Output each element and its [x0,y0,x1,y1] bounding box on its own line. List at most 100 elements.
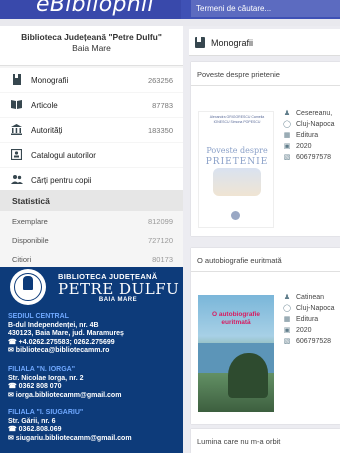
banner-line-2: PETRE DULFU [58,280,180,298]
stat-label: Exemplare [12,217,48,226]
address-phone[interactable]: ☎ 0362 808 070 [8,383,183,392]
results-panel: Monografii Poveste despre prietenie Alex… [183,26,340,453]
isbn-icon: ▧ [283,338,291,345]
meta-text: 606797528 [296,338,332,345]
address-line: B-dul Independenței, nr. 4B [8,321,99,329]
address-email[interactable]: ✉ siugariu.bibliotecamm@gmail.com [8,435,183,444]
stat-value: 727120 [147,236,173,245]
stat-label: Disponibile [12,236,49,245]
stat-value: 80173 [152,255,173,264]
card-divider [191,271,340,272]
library-banner: BIBLIOTECA JUDEȚEANĂ PETRE DULFU BAIA MA… [0,267,183,453]
cover-title: euritmată [221,319,251,326]
address-central: SEDIUL CENTRAL B-dul Independenței, nr. … [8,313,183,356]
meta-text: Editura [296,132,319,139]
meta-text: 2020 [296,327,312,334]
address-line: 430123, Baia Mare, jud. Maramureș [8,330,124,337]
cover-illustration [228,353,268,398]
results-title: Monografii [211,38,254,48]
address-iorga: FILIALA "N. IORGA" Str. Nicolae Iorga, n… [8,366,183,400]
logo-text[interactable]: eBibliophil [36,0,154,17]
cover-title: PRIETENIE [205,157,269,167]
search-box[interactable] [191,0,340,17]
cover-title: O autobiografie [211,311,261,318]
address-title: FILIALA "I. SIUGARIU" [8,409,84,416]
address-line: Str. Nicolae Iorga, nr. 2 [8,374,84,382]
person-icon: ♟ [283,294,291,301]
stat-row: Exemplare 812099 [0,212,183,231]
globe-icon: ◯ [283,121,291,128]
open-book-icon [11,99,22,110]
results-header: Monografii [189,29,340,56]
address-title: FILIALA "N. IORGA" [8,366,76,373]
search-input[interactable] [196,1,336,15]
address-email[interactable]: ✉ biblioteca@bibliotecamm.ro [8,347,183,356]
calendar-icon: ▣ [283,327,291,334]
nav-item-monografii[interactable]: Monografii 263256 [0,68,183,92]
cover-authors: Alexandra GRIGORESCU Camelia IONESCU Sim… [209,115,265,124]
meta-text: Cesereanu, [296,110,333,117]
library-city: Baia Mare [72,43,111,53]
result-card[interactable]: Poveste despre prietenie Alexandra GRIGO… [191,62,340,236]
nav-item-articole[interactable]: Articole 87783 [0,93,183,117]
address-siugariu: FILIALA "I. SIUGARIU" Str. Gării, nr. 6 … [8,409,183,443]
nav-label: Monografii [31,76,69,85]
nav-label: Articole [31,101,58,110]
meta-text: 2020 [296,143,312,150]
nav-label: Autorități [31,126,63,135]
building-icon: ▦ [283,316,291,323]
card-title[interactable]: O autobiografie euritmată [197,256,282,265]
nav-item-carti-pentru-copii[interactable]: Cărți pentru copii [0,168,183,192]
stats-title: Statistică [12,196,50,206]
globe-icon: ◯ [283,305,291,312]
institution-icon [11,124,22,135]
app-logo[interactable]: eBibliophil [0,0,181,19]
top-bar: eBibliophil [0,0,340,19]
meta-text: Cluj-Napoca [296,121,335,128]
people-icon [11,174,23,185]
nav-label: Cărți pentru copii [31,176,92,185]
card-title[interactable]: Lumina care nu m-a orbit [197,437,280,446]
nav-count: 183350 [147,126,173,135]
address-phone[interactable]: ☎ +4.0262.275583; 0262.275699 [8,339,183,348]
book-icon [11,74,22,85]
result-card[interactable]: O autobiografie euritmată O autobiografi… [191,248,340,424]
address-email[interactable]: ✉ iorga.bibliotecamm@gmail.com [8,392,183,401]
nav-label: Catalogul autorilor [31,151,96,160]
meta-text: 606797578 [296,154,332,161]
left-panel: Biblioteca Județeană "Petre Dulfu" Baia … [0,26,183,453]
library-header: Biblioteca Județeană "Petre Dulfu" Baia … [0,26,183,66]
person-icon: ♟ [283,110,291,117]
library-name: Biblioteca Județeană "Petre Dulfu" [21,32,162,42]
address-phone[interactable]: ☎ 0362.808.069 [8,426,183,435]
banner-line-3: BAIA MARE [98,297,138,303]
calendar-icon: ▣ [283,143,291,150]
nav-count: 263256 [147,76,173,85]
nav-item-autoritati[interactable]: Autorități 183350 [0,118,183,142]
cover-title: Poveste despre [206,146,268,155]
book-icon [195,37,205,48]
stat-value: 812099 [147,217,173,226]
building-icon: ▦ [283,132,291,139]
isbn-icon: ▧ [283,154,291,161]
stats-header: Statistică [0,190,183,211]
meta-text: Editura [296,316,319,323]
meta-text: Catinean [296,294,325,301]
library-seal-icon [10,269,46,305]
book-cover[interactable]: Alexandra GRIGORESCU Camelia IONESCU Sim… [198,111,274,228]
publisher-logo-icon [231,211,240,220]
nav-item-catalogul-autorilor[interactable]: Catalogul autorilor [0,143,183,167]
stat-label: Citiori [12,255,32,264]
result-card[interactable]: Lumina care nu m-a orbit [191,429,340,453]
stat-row: Disponibile 727120 [0,231,183,250]
meta-text: Cluj-Napoca [296,305,335,312]
book-cover[interactable]: O autobiografie euritmată [198,295,274,412]
cover-illustration [213,168,261,196]
banner-logo[interactable]: BIBLIOTECA JUDEȚEANĂ PETRE DULFU BAIA MA… [10,269,182,305]
card-divider [191,85,340,86]
address-title: SEDIUL CENTRAL [8,313,69,320]
address-line: Str. Gării, nr. 6 [8,417,56,425]
id-card-icon [10,148,23,161]
card-title[interactable]: Poveste despre prietenie [197,70,280,79]
nav-count: 87783 [152,101,173,110]
